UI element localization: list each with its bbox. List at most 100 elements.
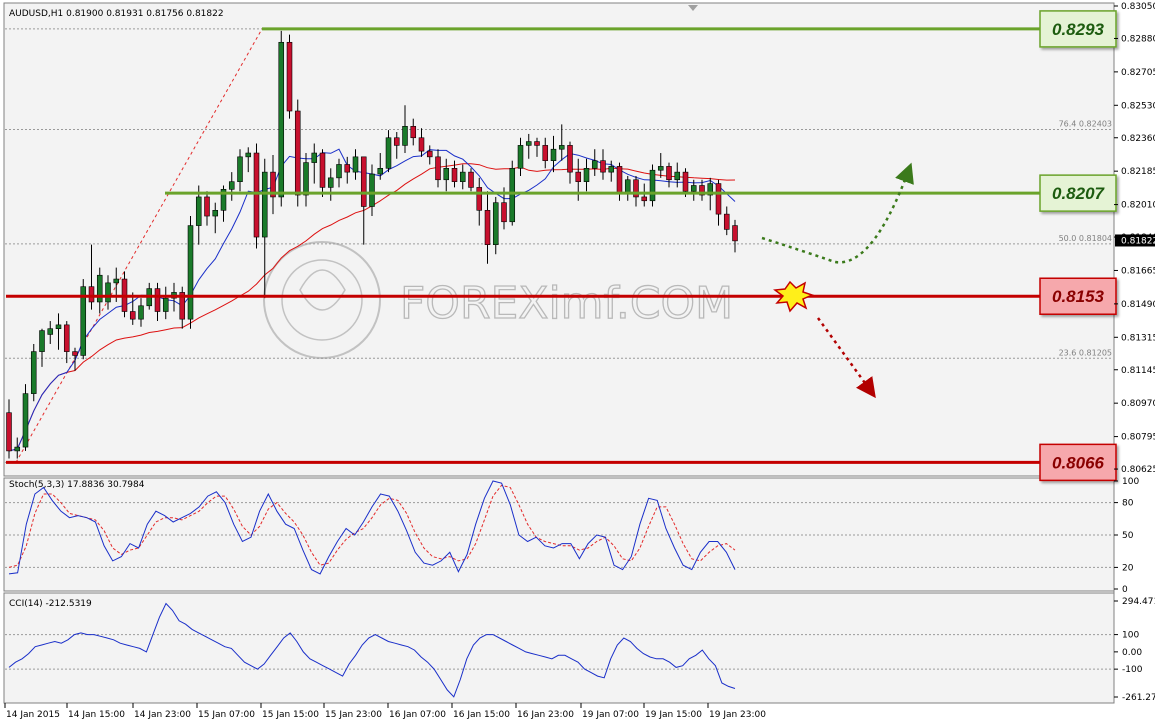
stoch-title: Stoch(5,3,3) 17.8836 30.7984 [9,480,145,490]
candle-body [138,305,144,320]
candle-body [608,166,615,173]
candle-body [558,145,565,150]
level-box-label: 0.8293 [1052,20,1105,39]
stoch-tick-label: 0 [1122,585,1128,595]
cci-tick-label: -261.275 [1122,693,1155,703]
candle-body [162,297,169,312]
candle-body [616,166,623,194]
cci-tick-label: 100 [1122,631,1139,641]
candle-body [63,324,70,352]
candle-body [327,177,334,188]
candle-body [105,282,111,303]
candle-body [723,213,730,230]
candle-body [451,168,458,182]
candle-body [476,187,483,211]
candle-body [393,137,400,146]
price-tick-label: 0.81490 [1121,300,1155,310]
candle-body [418,137,425,152]
price-tick-label: 0.82880 [1121,34,1155,44]
price-tick-label: 0.81315 [1121,333,1155,343]
candle-body [649,169,656,202]
candle [649,164,656,207]
candle-body [311,152,318,163]
price-tick-label: 0.82185 [1121,167,1155,177]
time-tick-label: 15 Jan 15:00 [262,710,319,720]
candle-body [715,183,722,215]
candle-body [624,179,631,194]
candle-body [492,202,499,245]
candle-body [294,110,301,196]
cci-tick-label: -100 [1122,665,1143,675]
candle-body [591,160,598,169]
candle-body [154,288,161,312]
cci-title: CCI(14) -212.5319 [9,599,92,609]
candle-body [39,330,45,352]
candle [30,343,37,402]
candle-body [6,412,12,452]
candle-body [550,148,557,161]
candle-body [286,41,293,112]
stoch-tick-label: 50 [1122,531,1134,541]
candle-body [47,328,54,335]
candle [22,384,29,451]
candle-body [567,145,573,173]
fib-level-label: 23.6 0.81205 [1059,348,1112,357]
candle-body [641,196,648,202]
candle [187,216,194,329]
candle-body [385,137,392,169]
candle-body [682,171,689,192]
price-tick-label: 0.82530 [1121,101,1155,111]
price-tick-label: 0.82360 [1121,134,1155,144]
candle [80,279,87,360]
candle-body [96,274,103,303]
price-tick-label: 0.81145 [1121,366,1155,376]
candle [294,99,301,207]
candle-body [187,225,194,320]
time-tick-label: 14 Jan 23:00 [134,710,191,720]
candle-body [426,150,433,158]
candle [278,30,285,207]
candle-body [459,171,466,182]
candle-body [501,202,507,223]
price-tick-label: 0.80625 [1121,465,1155,475]
candle-body [583,168,590,182]
candle-body [525,141,532,146]
candle-body [237,156,243,182]
candle-body [410,125,417,139]
cci-tick-label: 294.471 [1122,597,1155,607]
candle-body [22,393,29,448]
time-tick-label: 16 Jan 23:00 [517,710,574,720]
candle-body [212,210,219,217]
candle-body [443,168,450,181]
candle-body [352,156,359,173]
cci-panel [3,592,1115,704]
chart-canvas: FOREXimf.COM 76.4 0.82403 50.0 0.81804 23.… [3,2,1155,720]
candle-body [55,324,62,329]
watermark-text: FOREXimf.COM [400,278,733,329]
candle-body [319,152,326,188]
candle-body [657,166,664,171]
candle-body [245,152,252,158]
fib-level-label: 76.4 0.82403 [1059,120,1112,129]
candle-body [377,168,384,175]
price-tick-label: 0.80970 [1121,399,1155,409]
price-tick-label: 0.80795 [1121,433,1155,443]
current-price-label: 0.81822 [1121,236,1155,246]
level-box-label: 0.8207 [1052,184,1106,203]
time-tick-label: 19 Jan 07:00 [582,710,639,720]
candle-body [261,171,268,238]
candle-body [195,196,202,226]
candle-body [732,225,738,242]
stoch-tick-label: 20 [1122,563,1134,573]
candle-body [517,145,524,169]
candle-body [360,156,367,207]
cci-tick-label: 0.00 [1122,648,1142,658]
candle-body [72,351,78,356]
stoch-tick-label: 80 [1122,499,1134,509]
candle-body [303,162,309,196]
candle-body [344,164,351,173]
candle-body [674,171,681,181]
candle-body [435,156,441,181]
candle-body [542,145,549,161]
price-tick-label: 0.83050 [1121,2,1155,12]
